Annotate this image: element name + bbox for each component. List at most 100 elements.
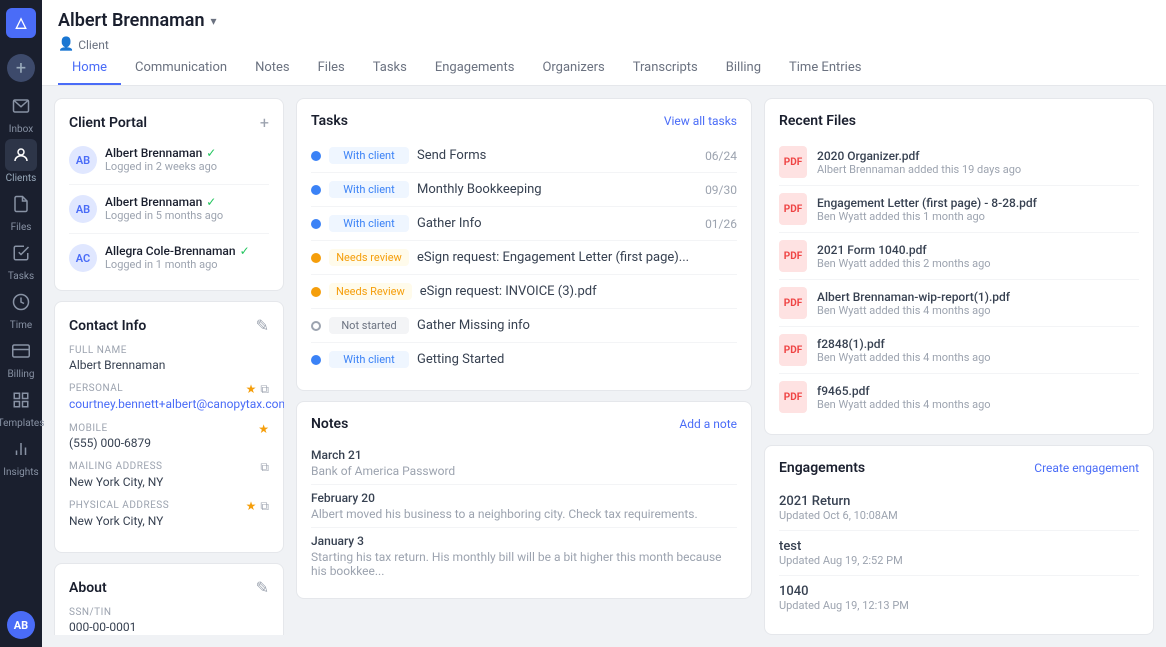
physical-icons: ★ ⧉ (246, 499, 269, 514)
nav-tasks[interactable] (5, 237, 37, 269)
portal-time-3: Logged in 1 month ago (105, 258, 269, 271)
create-engagement-link[interactable]: Create engagement (1034, 461, 1139, 475)
note-row-1[interactable]: February 20 Albert moved his business to… (311, 485, 737, 528)
client-dropdown-arrow[interactable]: ▾ (211, 14, 217, 28)
tab-home[interactable]: Home (58, 52, 121, 85)
task-name-1[interactable]: Monthly Bookkeeping (417, 182, 697, 197)
nav-rail: △ + Inbox Clients Files Tasks Time Billi… (0, 0, 42, 647)
tab-communication[interactable]: Communication (121, 52, 241, 85)
file-row-3[interactable]: PDF Albert Brennaman-wip-report(1).pdf B… (779, 280, 1139, 327)
file-row-0[interactable]: PDF 2020 Organizer.pdf Albert Brennaman … (779, 139, 1139, 186)
tab-transcripts[interactable]: Transcripts (619, 52, 712, 85)
edit-contact-icon[interactable]: ✎ (256, 316, 269, 335)
notes-header: Notes Add a note (311, 416, 737, 432)
personal-label-row: PERSONAL ★ ⧉ (69, 382, 269, 397)
task-row-5: Not started Gather Missing info (311, 309, 737, 343)
portal-info-3: Allegra Cole-Brennaman ✓ Logged in 1 mon… (105, 244, 269, 271)
tab-organizers[interactable]: Organizers (528, 52, 618, 85)
nav-files-label: Files (11, 222, 32, 233)
tab-tasks[interactable]: Tasks (359, 52, 421, 85)
nav-inbox[interactable] (5, 90, 37, 122)
file-row-2[interactable]: PDF 2021 Form 1040.pdf Ben Wyatt added t… (779, 233, 1139, 280)
portal-info-2: Albert Brennaman ✓ Logged in 5 months ag… (105, 195, 269, 222)
note-text-1: Albert moved his business to a neighbori… (311, 507, 737, 521)
task-name-4[interactable]: eSign request: INVOICE (3).pdf (420, 284, 729, 299)
nav-billing[interactable] (5, 335, 37, 367)
mailing-copy-icon[interactable]: ⧉ (260, 460, 269, 475)
add-button[interactable]: + (7, 54, 35, 82)
engagements-title: Engagements (779, 460, 865, 476)
middle-column: Tasks View all tasks With client Send Fo… (296, 98, 752, 635)
task-name-5[interactable]: Gather Missing info (417, 318, 729, 333)
file-row-4[interactable]: PDF f2848(1).pdf Ben Wyatt added this 4 … (779, 327, 1139, 374)
portal-info-1: Albert Brennaman ✓ Logged in 2 weeks ago (105, 146, 269, 173)
nav-insights-label: Insights (3, 467, 38, 478)
task-dot-0 (311, 151, 321, 161)
portal-avatar-2: AB (69, 195, 97, 223)
file-info-0: 2020 Organizer.pdf Albert Brennaman adde… (817, 149, 1139, 176)
engagement-row-2[interactable]: 1040 Updated Aug 19, 12:13 PM (779, 576, 1139, 620)
nav-files[interactable] (5, 188, 37, 220)
file-icon-4: PDF (779, 334, 807, 366)
portal-time-2: Logged in 5 months ago (105, 209, 269, 222)
nav-time[interactable] (5, 286, 37, 318)
portal-time-1: Logged in 2 weeks ago (105, 160, 269, 173)
nav-clients-label: Clients (6, 173, 37, 184)
task-status-5: Not started (329, 317, 409, 334)
task-name-6[interactable]: Getting Started (417, 352, 729, 367)
personal-copy-icon[interactable]: ⧉ (260, 382, 269, 397)
task-row-1: With client Monthly Bookkeeping 09/30 (311, 173, 737, 207)
nav-clients[interactable] (5, 139, 37, 171)
add-note-link[interactable]: Add a note (679, 417, 737, 431)
tab-engagements[interactable]: Engagements (421, 52, 529, 85)
nav-inbox-label: Inbox (9, 124, 33, 135)
engagement-row-1[interactable]: test Updated Aug 19, 2:52 PM (779, 531, 1139, 576)
about-card: About ✎ SSN/TIN 000-00-0001 (54, 563, 284, 635)
task-name-2[interactable]: Gather Info (417, 216, 697, 231)
file-info-5: f9465.pdf Ben Wyatt added this 4 months … (817, 384, 1139, 411)
view-all-tasks-link[interactable]: View all tasks (664, 114, 737, 128)
notes-card: Notes Add a note March 21 Bank of Americ… (296, 401, 752, 599)
user-avatar[interactable]: AB (7, 611, 35, 639)
about-header: About ✎ (69, 578, 269, 597)
file-row-5[interactable]: PDF f9465.pdf Ben Wyatt added this 4 mon… (779, 374, 1139, 420)
note-date-0: March 21 (311, 448, 737, 462)
main-area: Albert Brennaman ▾ 👤 Client Home Communi… (42, 0, 1166, 647)
physical-star-icon[interactable]: ★ (246, 499, 257, 514)
personal-email-value[interactable]: courtney.bennett+albert@canopytax.com (69, 397, 284, 411)
nav-tabs: Home Communication Notes Files Tasks Eng… (58, 52, 1150, 85)
engagements-card: Engagements Create engagement 2021 Retur… (764, 445, 1154, 635)
nav-templates-label: Templates (0, 418, 44, 429)
engagement-date-2: Updated Aug 19, 12:13 PM (779, 599, 1139, 612)
personal-star-icon[interactable]: ★ (246, 382, 257, 397)
tab-time-entries[interactable]: Time Entries (775, 52, 875, 85)
file-row-1[interactable]: PDF Engagement Letter (first page) - 8-2… (779, 186, 1139, 233)
nav-insights[interactable] (5, 433, 37, 465)
task-status-3: Needs review (329, 249, 409, 266)
note-row-0[interactable]: March 21 Bank of America Password (311, 442, 737, 485)
task-status-0: With client (329, 147, 409, 164)
edit-about-icon[interactable]: ✎ (256, 578, 269, 597)
task-date-2: 01/26 (705, 217, 737, 231)
portal-check-2: ✓ (206, 195, 216, 209)
engagement-date-0: Updated Oct 6, 10:08AM (779, 509, 1139, 522)
add-portal-user-icon[interactable]: + (260, 113, 269, 132)
tab-files[interactable]: Files (304, 52, 359, 85)
client-portal-header: Client Portal + (69, 113, 269, 132)
tab-notes[interactable]: Notes (241, 52, 304, 85)
task-name-0[interactable]: Send Forms (417, 148, 697, 163)
file-name-5: f9465.pdf (817, 384, 1139, 398)
nav-templates[interactable] (5, 384, 37, 416)
task-name-3[interactable]: eSign request: Engagement Letter (first … (417, 250, 729, 265)
physical-copy-icon[interactable]: ⧉ (260, 499, 269, 514)
contact-info-header: Contact Info ✎ (69, 316, 269, 335)
task-row-4: Needs Review eSign request: INVOICE (3).… (311, 275, 737, 309)
note-row-2[interactable]: January 3 Starting his tax return. His m… (311, 528, 737, 584)
notes-title: Notes (311, 416, 348, 432)
tab-billing[interactable]: Billing (712, 52, 775, 85)
portal-avatar-3: AC (69, 244, 97, 272)
mobile-star-icon[interactable]: ★ (258, 422, 269, 436)
mobile-value: (555) 000-6879 (69, 436, 269, 450)
engagement-row-0[interactable]: 2021 Return Updated Oct 6, 10:08AM (779, 486, 1139, 531)
file-meta-5: Ben Wyatt added this 4 months ago (817, 398, 1139, 411)
